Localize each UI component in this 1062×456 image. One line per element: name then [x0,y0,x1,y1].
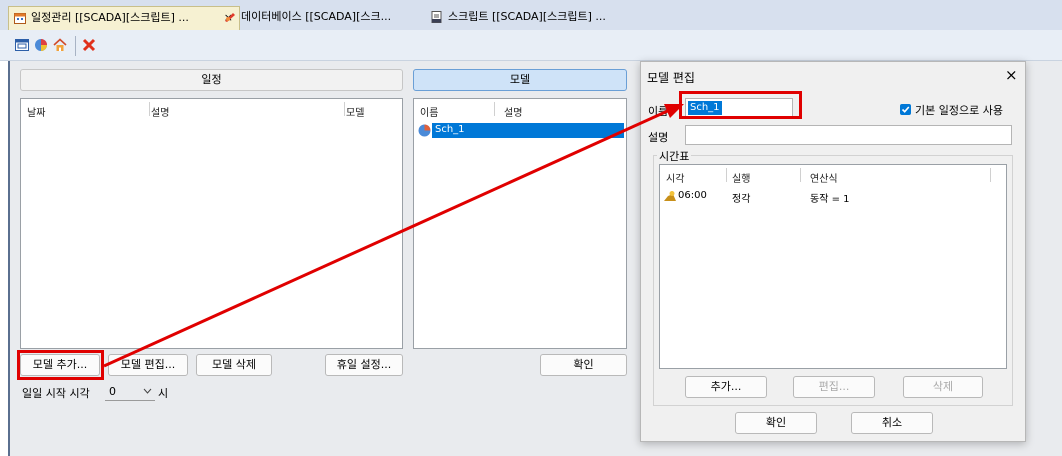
table-row[interactable]: 06:00 정각 동작 = 1 [662,189,982,205]
list-item[interactable]: Sch_1 [416,123,624,138]
column-divider [494,102,495,116]
home-icon[interactable] [53,38,67,52]
tab-database[interactable]: 데이터베이스 [[SCADA][스크... [219,6,441,30]
delete-icon[interactable] [82,38,96,52]
timetable-group-label: 시간표 [657,148,692,164]
model-list[interactable]: 이름 설명 Sch_1 [413,98,627,349]
day-start-value: 0 [109,385,116,398]
column-divider [344,102,345,116]
day-start-select[interactable]: 0 [105,381,155,401]
schedule-header[interactable]: 일정 [20,69,403,91]
edit-model-button[interactable]: 모델 편집... [108,354,188,376]
delete-model-button[interactable]: 모델 삭제 [196,354,272,376]
description-field[interactable] [685,125,1012,145]
time-value: 06:00 [678,190,707,201]
column-header-description[interactable]: 설명 [504,104,522,119]
tab-label: 스크립트 [[SCADA][스크립트] ... [448,10,606,23]
name-label: 이름 [648,105,669,118]
time-icon [664,191,676,201]
cancel-button[interactable]: 취소 [851,412,933,434]
timetable-list[interactable]: 시각 실행 연산식 06:00 정각 동작 = 1 [659,164,1007,369]
column-divider [990,168,991,182]
tab-label: 일정관리 [[SCADA][스크립트] ... [31,11,189,24]
column-header-run[interactable]: 실행 [732,170,750,185]
tab-bar: 일정관리 [[SCADA][스크립트] ... × 데이터베이스 [[SCADA… [0,0,1062,31]
chevron-down-icon [143,388,152,394]
color-wheel-icon[interactable] [34,38,48,52]
run-value: 정각 [732,194,751,205]
dialog-title: 모델 편집 [647,71,695,85]
default-checkbox-label: 기본 일정으로 사용 [915,104,1003,117]
checkmark-icon [901,106,910,113]
toolbar-separator [75,36,76,56]
description-label: 설명 [648,131,669,144]
add-schedule-button[interactable]: 추가... [685,376,767,398]
schedule-model-icon [418,124,431,137]
database-icon [225,13,235,22]
tab-script[interactable]: 스크립트 [[SCADA][스크립트] ... [426,6,648,30]
schedule-icon [14,13,26,24]
window-icon[interactable] [15,38,29,52]
column-divider [800,168,801,182]
model-name: Sch_1 [435,124,465,135]
ok-button[interactable]: 확인 [735,412,817,434]
expression-value: 동작 = 1 [810,194,850,205]
script-icon [431,11,442,23]
edit-schedule-button[interactable]: 편집... [793,376,875,398]
delete-schedule-button[interactable]: 삭제 [903,376,983,398]
day-start-label: 일일 시작 시각 [22,387,90,400]
model-header[interactable]: 모델 [413,69,627,91]
highlight-box [679,91,802,119]
close-button[interactable]: × [1005,66,1018,84]
holiday-settings-button[interactable]: 휴일 설정... [325,354,403,376]
confirm-button[interactable]: 확인 [540,354,627,376]
column-header-description[interactable]: 설명 [151,104,169,119]
column-header-expression[interactable]: 연산식 [810,170,838,185]
column-divider [726,168,727,182]
column-header-time[interactable]: 시각 [666,170,684,185]
day-start-unit: 시 [158,387,169,400]
column-header-name[interactable]: 이름 [420,104,438,119]
highlight-box [17,350,104,380]
schedule-list[interactable]: 날짜 설명 모델 [20,98,403,349]
default-checkbox[interactable] [900,104,911,115]
tab-label: 데이터베이스 [[SCADA][스크... [241,10,392,23]
column-header-date[interactable]: 날짜 [27,104,45,119]
column-divider [149,102,150,116]
tab-schedule[interactable]: 일정관리 [[SCADA][스크립트] ... × [8,6,240,31]
column-header-model[interactable]: 모델 [346,104,364,119]
toolbar [0,30,1062,61]
